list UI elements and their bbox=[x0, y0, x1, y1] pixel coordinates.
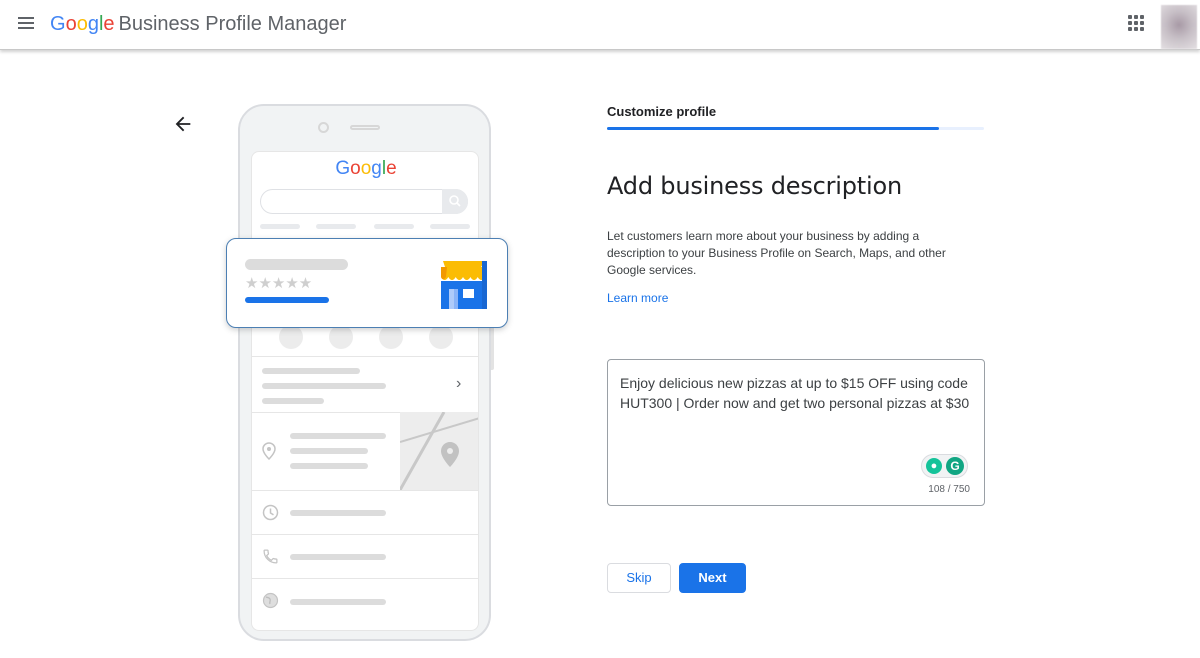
save-circle-icon bbox=[379, 325, 403, 349]
business-name-placeholder bbox=[245, 259, 348, 270]
logo-letter: e bbox=[386, 158, 397, 179]
logo-letter: G bbox=[50, 13, 66, 35]
grammarly-bulb-icon[interactable]: ● bbox=[926, 458, 942, 474]
phone-screen: Google › bbox=[251, 151, 479, 631]
logo-letter: o bbox=[76, 13, 88, 35]
google-logo: Google bbox=[50, 13, 115, 35]
logo-letter: g bbox=[371, 158, 382, 179]
divider bbox=[252, 490, 478, 491]
progress-fill bbox=[607, 127, 939, 130]
clock-icon bbox=[262, 504, 279, 525]
mini-search-icon bbox=[442, 189, 468, 214]
product-name: Business Profile Manager bbox=[118, 13, 347, 35]
chevron-right-icon: › bbox=[456, 375, 462, 392]
hamburger-menu-icon[interactable] bbox=[16, 13, 38, 35]
mini-search-bar bbox=[260, 189, 468, 214]
divider bbox=[252, 578, 478, 579]
phone-icon bbox=[262, 548, 279, 569]
website-circle-icon bbox=[429, 325, 453, 349]
description-text: Let customers learn more about your busi… bbox=[607, 229, 946, 277]
placeholder-line bbox=[290, 599, 386, 605]
logo-letter: e bbox=[103, 13, 115, 35]
highlight-bar bbox=[245, 297, 329, 303]
top-app-bar: Google Business Profile Manager bbox=[0, 0, 1200, 50]
rating-stars-icon: ★★★★★ bbox=[245, 275, 313, 292]
divider bbox=[252, 534, 478, 535]
storefront-icon bbox=[437, 259, 489, 309]
mini-google-logo: Google bbox=[252, 158, 478, 180]
learn-more-link[interactable]: Learn more bbox=[607, 290, 668, 306]
mini-map bbox=[400, 412, 478, 490]
location-pin-icon bbox=[262, 442, 276, 464]
phone-speaker bbox=[350, 125, 380, 130]
phone-illustration: Google › bbox=[238, 104, 491, 641]
apps-grid-icon[interactable] bbox=[1128, 15, 1144, 31]
placeholder-line bbox=[290, 554, 386, 560]
placeholder-line bbox=[262, 398, 324, 404]
placeholder-line bbox=[262, 383, 386, 389]
grammarly-g-icon[interactable]: G bbox=[946, 457, 964, 475]
call-circle-icon bbox=[279, 325, 303, 349]
mini-tab-bars bbox=[260, 224, 470, 229]
placeholder-line bbox=[262, 368, 360, 374]
logo-letter: G bbox=[335, 158, 351, 179]
progress-bar bbox=[607, 127, 984, 130]
placeholder-line bbox=[290, 448, 368, 454]
grammarly-widget[interactable]: ● G bbox=[921, 454, 968, 478]
logo-letter: o bbox=[350, 158, 361, 179]
business-profile-card: ★★★★★ bbox=[226, 238, 508, 328]
directions-circle-icon bbox=[329, 325, 353, 349]
logo-letter: o bbox=[65, 13, 77, 35]
step-label: Customize profile bbox=[607, 104, 717, 119]
business-description-input[interactable] bbox=[620, 373, 970, 453]
business-description-field[interactable]: ● G 108 / 750 bbox=[607, 359, 985, 506]
skip-button[interactable]: Skip bbox=[607, 563, 671, 593]
divider bbox=[252, 356, 478, 357]
account-avatar[interactable] bbox=[1161, 5, 1197, 49]
globe-icon bbox=[262, 592, 279, 613]
placeholder-line bbox=[290, 463, 368, 469]
placeholder-line bbox=[290, 510, 386, 516]
app-title: Google Business Profile Manager bbox=[50, 12, 346, 36]
placeholder-line bbox=[290, 433, 386, 439]
logo-letter: g bbox=[87, 13, 99, 35]
page-title: Add business description bbox=[607, 172, 902, 200]
character-counter: 108 / 750 bbox=[928, 484, 970, 495]
next-button[interactable]: Next bbox=[679, 563, 746, 593]
back-arrow-icon[interactable] bbox=[172, 113, 194, 135]
logo-letter: o bbox=[360, 158, 372, 179]
phone-camera bbox=[318, 122, 329, 133]
